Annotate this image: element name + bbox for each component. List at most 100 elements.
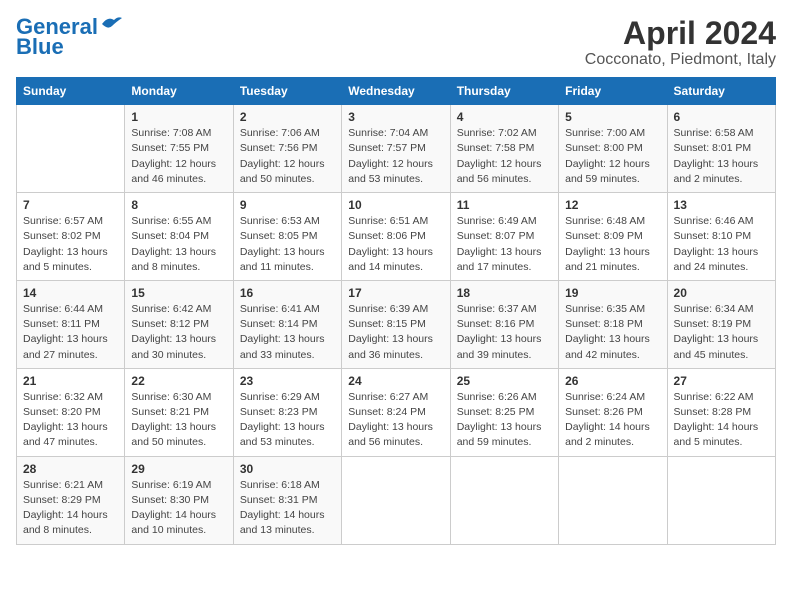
calendar-week-row: 14 Sunrise: 6:44 AMSunset: 8:11 PMDaylig…	[17, 280, 776, 368]
calendar-cell: 30 Sunrise: 6:18 AMSunset: 8:31 PMDaylig…	[233, 456, 341, 544]
day-info: Sunrise: 6:41 AMSunset: 8:14 PMDaylight:…	[240, 302, 335, 363]
day-info: Sunrise: 6:27 AMSunset: 8:24 PMDaylight:…	[348, 390, 443, 451]
calendar-cell: 14 Sunrise: 6:44 AMSunset: 8:11 PMDaylig…	[17, 280, 125, 368]
day-number: 8	[131, 198, 226, 212]
calendar-cell: 11 Sunrise: 6:49 AMSunset: 8:07 PMDaylig…	[450, 193, 558, 281]
calendar-cell	[17, 105, 125, 193]
calendar-header-row: Sunday Monday Tuesday Wednesday Thursday…	[17, 78, 776, 105]
day-info: Sunrise: 7:06 AMSunset: 7:56 PMDaylight:…	[240, 126, 335, 187]
day-info: Sunrise: 6:48 AMSunset: 8:09 PMDaylight:…	[565, 214, 660, 275]
day-info: Sunrise: 6:57 AMSunset: 8:02 PMDaylight:…	[23, 214, 118, 275]
calendar-cell: 13 Sunrise: 6:46 AMSunset: 8:10 PMDaylig…	[667, 193, 775, 281]
day-info: Sunrise: 6:39 AMSunset: 8:15 PMDaylight:…	[348, 302, 443, 363]
calendar-cell	[342, 456, 450, 544]
day-info: Sunrise: 6:19 AMSunset: 8:30 PMDaylight:…	[131, 478, 226, 539]
day-number: 25	[457, 374, 552, 388]
day-number: 23	[240, 374, 335, 388]
calendar-week-row: 28 Sunrise: 6:21 AMSunset: 8:29 PMDaylig…	[17, 456, 776, 544]
calendar-cell: 4 Sunrise: 7:02 AMSunset: 7:58 PMDayligh…	[450, 105, 558, 193]
day-number: 21	[23, 374, 118, 388]
day-info: Sunrise: 6:58 AMSunset: 8:01 PMDaylight:…	[674, 126, 769, 187]
day-info: Sunrise: 6:49 AMSunset: 8:07 PMDaylight:…	[457, 214, 552, 275]
calendar-cell: 2 Sunrise: 7:06 AMSunset: 7:56 PMDayligh…	[233, 105, 341, 193]
day-info: Sunrise: 6:35 AMSunset: 8:18 PMDaylight:…	[565, 302, 660, 363]
day-info: Sunrise: 7:04 AMSunset: 7:57 PMDaylight:…	[348, 126, 443, 187]
calendar-title: April 2024	[585, 16, 776, 51]
calendar-cell: 24 Sunrise: 6:27 AMSunset: 8:24 PMDaylig…	[342, 368, 450, 456]
day-number: 12	[565, 198, 660, 212]
calendar-week-row: 1 Sunrise: 7:08 AMSunset: 7:55 PMDayligh…	[17, 105, 776, 193]
day-number: 2	[240, 110, 335, 124]
calendar-cell: 9 Sunrise: 6:53 AMSunset: 8:05 PMDayligh…	[233, 193, 341, 281]
day-number: 22	[131, 374, 226, 388]
day-number: 10	[348, 198, 443, 212]
day-info: Sunrise: 6:21 AMSunset: 8:29 PMDaylight:…	[23, 478, 118, 539]
calendar-cell: 27 Sunrise: 6:22 AMSunset: 8:28 PMDaylig…	[667, 368, 775, 456]
day-info: Sunrise: 7:00 AMSunset: 8:00 PMDaylight:…	[565, 126, 660, 187]
calendar-subtitle: Cocconato, Piedmont, Italy	[585, 51, 776, 69]
logo: General Blue	[16, 16, 122, 59]
calendar-cell: 26 Sunrise: 6:24 AMSunset: 8:26 PMDaylig…	[559, 368, 667, 456]
col-thursday: Thursday	[450, 78, 558, 105]
calendar-cell: 18 Sunrise: 6:37 AMSunset: 8:16 PMDaylig…	[450, 280, 558, 368]
calendar-cell: 19 Sunrise: 6:35 AMSunset: 8:18 PMDaylig…	[559, 280, 667, 368]
day-number: 28	[23, 462, 118, 476]
day-info: Sunrise: 6:37 AMSunset: 8:16 PMDaylight:…	[457, 302, 552, 363]
day-number: 27	[674, 374, 769, 388]
calendar-week-row: 7 Sunrise: 6:57 AMSunset: 8:02 PMDayligh…	[17, 193, 776, 281]
day-number: 1	[131, 110, 226, 124]
calendar-cell: 7 Sunrise: 6:57 AMSunset: 8:02 PMDayligh…	[17, 193, 125, 281]
calendar-cell: 28 Sunrise: 6:21 AMSunset: 8:29 PMDaylig…	[17, 456, 125, 544]
day-number: 16	[240, 286, 335, 300]
col-friday: Friday	[559, 78, 667, 105]
day-info: Sunrise: 6:34 AMSunset: 8:19 PMDaylight:…	[674, 302, 769, 363]
day-number: 24	[348, 374, 443, 388]
col-wednesday: Wednesday	[342, 78, 450, 105]
day-number: 7	[23, 198, 118, 212]
day-info: Sunrise: 6:22 AMSunset: 8:28 PMDaylight:…	[674, 390, 769, 451]
col-tuesday: Tuesday	[233, 78, 341, 105]
logo-bird-icon	[100, 14, 122, 32]
day-number: 11	[457, 198, 552, 212]
day-info: Sunrise: 7:02 AMSunset: 7:58 PMDaylight:…	[457, 126, 552, 187]
day-info: Sunrise: 6:32 AMSunset: 8:20 PMDaylight:…	[23, 390, 118, 451]
day-number: 13	[674, 198, 769, 212]
day-info: Sunrise: 6:18 AMSunset: 8:31 PMDaylight:…	[240, 478, 335, 539]
day-number: 29	[131, 462, 226, 476]
calendar-cell: 1 Sunrise: 7:08 AMSunset: 7:55 PMDayligh…	[125, 105, 233, 193]
day-info: Sunrise: 6:46 AMSunset: 8:10 PMDaylight:…	[674, 214, 769, 275]
col-monday: Monday	[125, 78, 233, 105]
day-info: Sunrise: 7:08 AMSunset: 7:55 PMDaylight:…	[131, 126, 226, 187]
day-info: Sunrise: 6:24 AMSunset: 8:26 PMDaylight:…	[565, 390, 660, 451]
calendar-cell	[667, 456, 775, 544]
calendar-cell: 8 Sunrise: 6:55 AMSunset: 8:04 PMDayligh…	[125, 193, 233, 281]
calendar-cell: 6 Sunrise: 6:58 AMSunset: 8:01 PMDayligh…	[667, 105, 775, 193]
calendar-cell: 21 Sunrise: 6:32 AMSunset: 8:20 PMDaylig…	[17, 368, 125, 456]
day-number: 5	[565, 110, 660, 124]
day-info: Sunrise: 6:30 AMSunset: 8:21 PMDaylight:…	[131, 390, 226, 451]
calendar-cell	[450, 456, 558, 544]
calendar-cell: 10 Sunrise: 6:51 AMSunset: 8:06 PMDaylig…	[342, 193, 450, 281]
calendar-table: Sunday Monday Tuesday Wednesday Thursday…	[16, 77, 776, 544]
calendar-cell: 22 Sunrise: 6:30 AMSunset: 8:21 PMDaylig…	[125, 368, 233, 456]
col-sunday: Sunday	[17, 78, 125, 105]
calendar-cell: 5 Sunrise: 7:00 AMSunset: 8:00 PMDayligh…	[559, 105, 667, 193]
col-saturday: Saturday	[667, 78, 775, 105]
day-info: Sunrise: 6:53 AMSunset: 8:05 PMDaylight:…	[240, 214, 335, 275]
calendar-week-row: 21 Sunrise: 6:32 AMSunset: 8:20 PMDaylig…	[17, 368, 776, 456]
day-number: 18	[457, 286, 552, 300]
day-number: 19	[565, 286, 660, 300]
calendar-cell: 20 Sunrise: 6:34 AMSunset: 8:19 PMDaylig…	[667, 280, 775, 368]
calendar-cell: 17 Sunrise: 6:39 AMSunset: 8:15 PMDaylig…	[342, 280, 450, 368]
day-number: 17	[348, 286, 443, 300]
title-block: April 2024 Cocconato, Piedmont, Italy	[585, 16, 776, 69]
calendar-cell: 29 Sunrise: 6:19 AMSunset: 8:30 PMDaylig…	[125, 456, 233, 544]
calendar-cell: 16 Sunrise: 6:41 AMSunset: 8:14 PMDaylig…	[233, 280, 341, 368]
day-number: 15	[131, 286, 226, 300]
calendar-cell: 12 Sunrise: 6:48 AMSunset: 8:09 PMDaylig…	[559, 193, 667, 281]
day-number: 26	[565, 374, 660, 388]
day-number: 20	[674, 286, 769, 300]
day-number: 14	[23, 286, 118, 300]
calendar-cell	[559, 456, 667, 544]
day-number: 4	[457, 110, 552, 124]
